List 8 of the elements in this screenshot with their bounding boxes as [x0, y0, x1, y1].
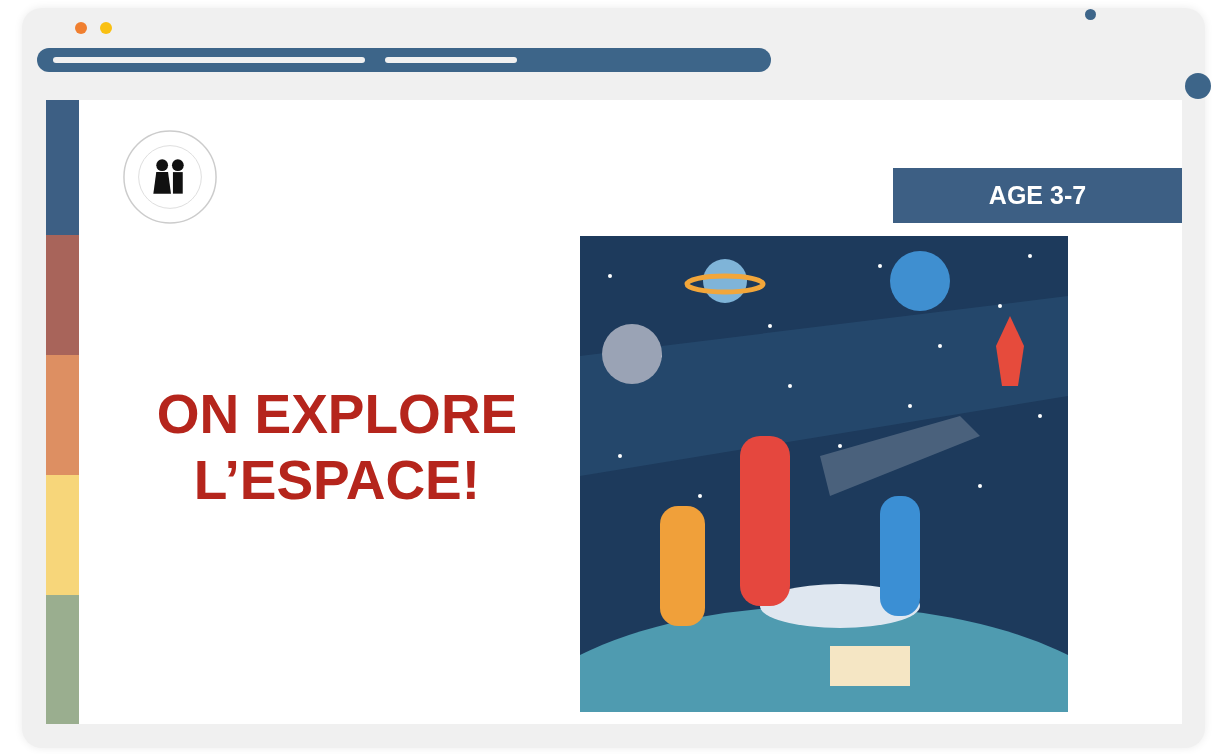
window-control[interactable]	[75, 22, 87, 34]
logo-icon	[121, 128, 219, 226]
decor-dot	[1085, 9, 1096, 20]
age-label: AGE 3-7	[893, 168, 1182, 223]
address-bar[interactable]	[37, 48, 771, 72]
window-control[interactable]	[100, 22, 112, 34]
slide-title: ON EXPLORE L’ESPACE!	[155, 382, 519, 513]
decor-dot	[1185, 73, 1211, 99]
